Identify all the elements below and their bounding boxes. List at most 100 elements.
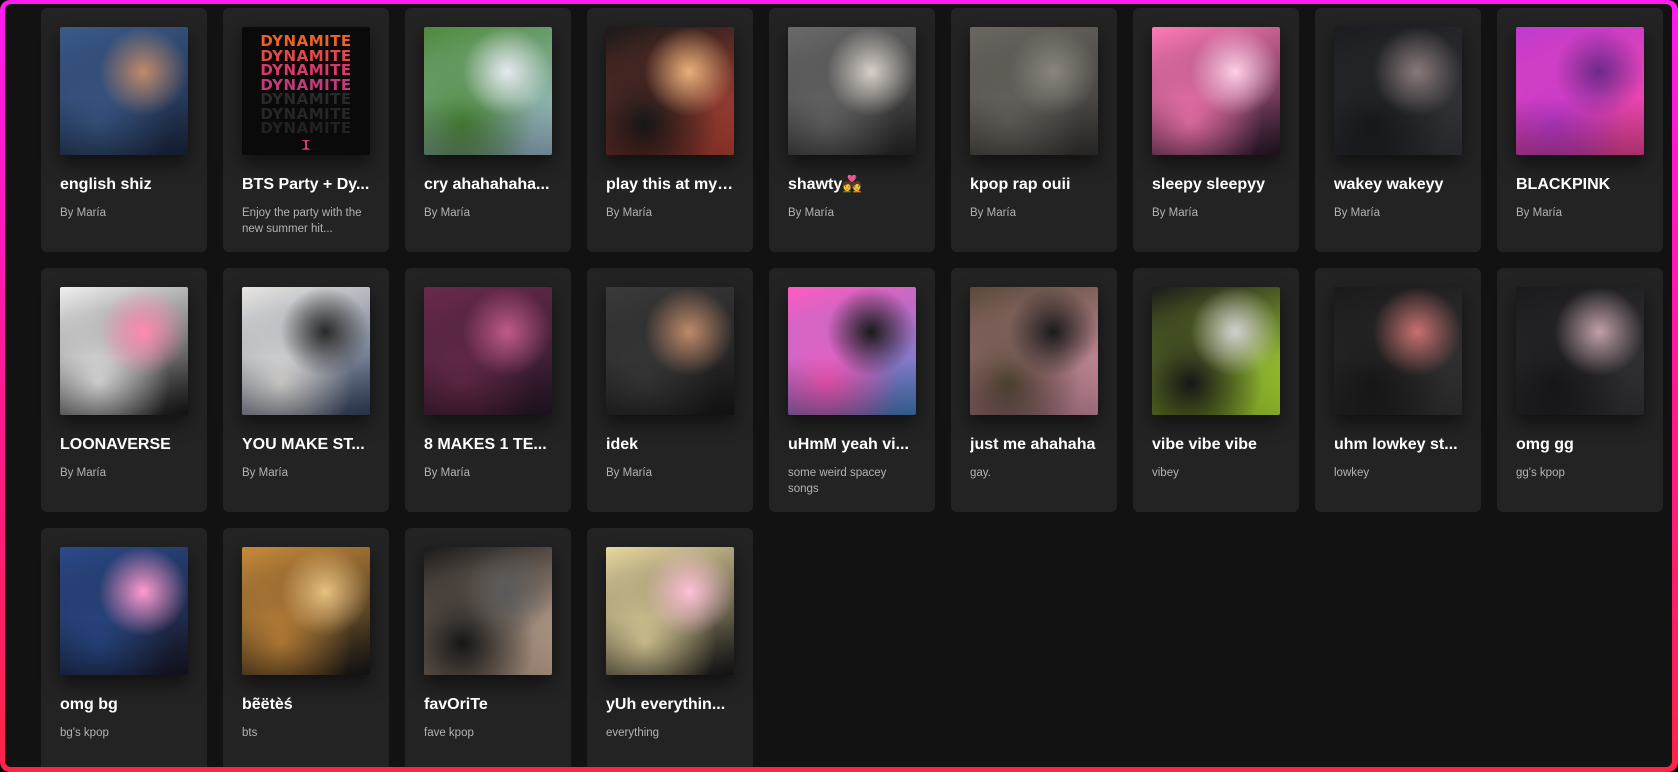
- playlist-subtitle: By María: [788, 207, 835, 219]
- playlist-cover[interactable]: [1152, 27, 1280, 155]
- playlist-cover[interactable]: [242, 287, 370, 415]
- playlist-title[interactable]: wakey wakeyy: [1334, 175, 1462, 195]
- playlist-title[interactable]: cry ahahahaha...: [424, 175, 552, 195]
- playlist-subtitle: By María: [1516, 207, 1563, 219]
- playlist-card[interactable]: BLACKPINK By María: [1497, 8, 1663, 252]
- playlist-cover[interactable]: [60, 547, 188, 675]
- playlist-cover[interactable]: [1334, 287, 1462, 415]
- playlist-library: english shiz By María DYNAMITE DYNAMITE DY…: [5, 4, 1672, 767]
- playlist-title[interactable]: omg gg: [1516, 435, 1644, 455]
- playlist-card[interactable]: favOriTe fave kpop: [405, 528, 571, 767]
- playlist-subtitle: By María: [242, 467, 289, 479]
- playlist-subtitle: By María: [60, 467, 107, 479]
- playlist-cover[interactable]: [1516, 27, 1644, 155]
- cover-art-shade: [1152, 27, 1280, 155]
- playlist-cover[interactable]: [60, 27, 188, 155]
- cover-art-shade: [242, 547, 370, 675]
- playlist-cover[interactable]: [970, 27, 1098, 155]
- playlist-cover[interactable]: [424, 287, 552, 415]
- cover-art-word: DYNAMITE: [260, 119, 352, 138]
- playlist-title[interactable]: english shiz: [60, 175, 188, 195]
- playlist-subtitle: lowkey: [1334, 467, 1370, 479]
- playlist-title[interactable]: sleepy sleepyy: [1152, 175, 1280, 195]
- cover-art-shade: [970, 287, 1098, 415]
- playlist-grid: english shiz By María DYNAMITE DYNAMITE DY…: [41, 8, 1663, 767]
- playlist-card[interactable]: vibe vibe vibe vibey: [1133, 268, 1299, 512]
- cover-art-shade: [970, 27, 1098, 155]
- playlist-cover[interactable]: [60, 287, 188, 415]
- playlist-subtitle: By María: [1152, 207, 1199, 219]
- playlist-title[interactable]: kpop rap ouii: [970, 175, 1098, 195]
- playlist-title[interactable]: vibe vibe vibe: [1152, 435, 1280, 455]
- playlist-subtitle: By María: [970, 207, 1017, 219]
- playlist-subtitle: bg's kpop: [60, 727, 109, 739]
- playlist-card[interactable]: omg bg bg's kpop: [41, 528, 207, 767]
- playlist-title[interactable]: uhm lowkey st...: [1334, 435, 1462, 455]
- playlist-card[interactable]: DYNAMITE DYNAMITE DYNAMITE DYNAMITE DYNAMITE…: [223, 8, 389, 252]
- playlist-title[interactable]: favOriTe: [424, 695, 552, 715]
- playlist-cover[interactable]: [1152, 287, 1280, 415]
- playlist-cover[interactable]: [424, 27, 552, 155]
- playlist-title[interactable]: yUh everythin...: [606, 695, 734, 715]
- playlist-card[interactable]: bẽëtèś bts: [223, 528, 389, 767]
- cover-art-shade: [60, 547, 188, 675]
- playlist-title[interactable]: BTS Party + Dy...: [242, 175, 370, 195]
- playlist-title[interactable]: shawty💑: [788, 175, 916, 195]
- cover-art-shade: [606, 27, 734, 155]
- cover-art-shade: [788, 287, 916, 415]
- cover-art-shade: [60, 27, 188, 155]
- playlist-card[interactable]: YOU MAKE ST... By María: [223, 268, 389, 512]
- playlist-cover[interactable]: [606, 27, 734, 155]
- playlist-title[interactable]: play this at my ...: [606, 175, 734, 195]
- playlist-title[interactable]: BLACKPINK: [1516, 175, 1644, 195]
- playlist-cover[interactable]: [788, 27, 916, 155]
- cover-art-text: DYNAMITE DYNAMITE DYNAMITE DYNAMITE DYNAMITE…: [242, 27, 370, 155]
- window-frame: english shiz By María DYNAMITE DYNAMITE DY…: [0, 0, 1678, 772]
- band-logo-icon: [301, 139, 311, 150]
- playlist-subtitle: Enjoy the party with the new summer hit.…: [242, 207, 362, 235]
- playlist-title[interactable]: omg bg: [60, 695, 188, 715]
- playlist-card[interactable]: play this at my ... By María: [587, 8, 753, 252]
- playlist-card[interactable]: omg gg gg's kpop: [1497, 268, 1663, 512]
- playlist-subtitle: By María: [424, 207, 471, 219]
- playlist-subtitle: By María: [1334, 207, 1381, 219]
- playlist-subtitle: By María: [606, 467, 653, 479]
- playlist-subtitle: gay.: [970, 467, 991, 479]
- cover-art-shade: [606, 287, 734, 415]
- playlist-title[interactable]: YOU MAKE ST...: [242, 435, 370, 455]
- playlist-cover[interactable]: [242, 547, 370, 675]
- playlist-card[interactable]: uhm lowkey st... lowkey: [1315, 268, 1481, 512]
- playlist-title[interactable]: idek: [606, 435, 734, 455]
- playlist-cover[interactable]: [788, 287, 916, 415]
- playlist-card[interactable]: english shiz By María: [41, 8, 207, 252]
- playlist-cover[interactable]: [1334, 27, 1462, 155]
- playlist-cover[interactable]: [970, 287, 1098, 415]
- playlist-title[interactable]: bẽëtèś: [242, 695, 370, 715]
- playlist-cover[interactable]: [606, 547, 734, 675]
- playlist-title[interactable]: uHmM yeah vi...: [788, 435, 916, 455]
- playlist-card[interactable]: idek By María: [587, 268, 753, 512]
- cover-art-shade: [1516, 27, 1644, 155]
- cover-art-shade: [1334, 27, 1462, 155]
- playlist-cover[interactable]: [606, 287, 734, 415]
- playlist-title[interactable]: just me ahahaha: [970, 435, 1098, 455]
- playlist-card[interactable]: LOONAVERSE By María: [41, 268, 207, 512]
- playlist-card[interactable]: sleepy sleepyy By María: [1133, 8, 1299, 252]
- playlist-card[interactable]: wakey wakeyy By María: [1315, 8, 1481, 252]
- playlist-subtitle: By María: [60, 207, 107, 219]
- playlist-card[interactable]: 8 MAKES 1 TE... By María: [405, 268, 571, 512]
- playlist-card[interactable]: uHmM yeah vi... some weird spacey songs: [769, 268, 935, 512]
- playlist-card[interactable]: shawty💑 By María: [769, 8, 935, 252]
- cover-art-shade: [242, 287, 370, 415]
- playlist-cover[interactable]: DYNAMITE DYNAMITE DYNAMITE DYNAMITE DYNAMITE…: [242, 27, 370, 155]
- cover-art-shade: [424, 287, 552, 415]
- playlist-cover[interactable]: [424, 547, 552, 675]
- playlist-title[interactable]: LOONAVERSE: [60, 435, 188, 455]
- playlist-subtitle: bts: [242, 727, 258, 739]
- playlist-card[interactable]: yUh everythin... everything: [587, 528, 753, 767]
- playlist-card[interactable]: just me ahahaha gay.: [951, 268, 1117, 512]
- playlist-card[interactable]: cry ahahahaha... By María: [405, 8, 571, 252]
- playlist-cover[interactable]: [1516, 287, 1644, 415]
- playlist-card[interactable]: kpop rap ouii By María: [951, 8, 1117, 252]
- playlist-title[interactable]: 8 MAKES 1 TE...: [424, 435, 552, 455]
